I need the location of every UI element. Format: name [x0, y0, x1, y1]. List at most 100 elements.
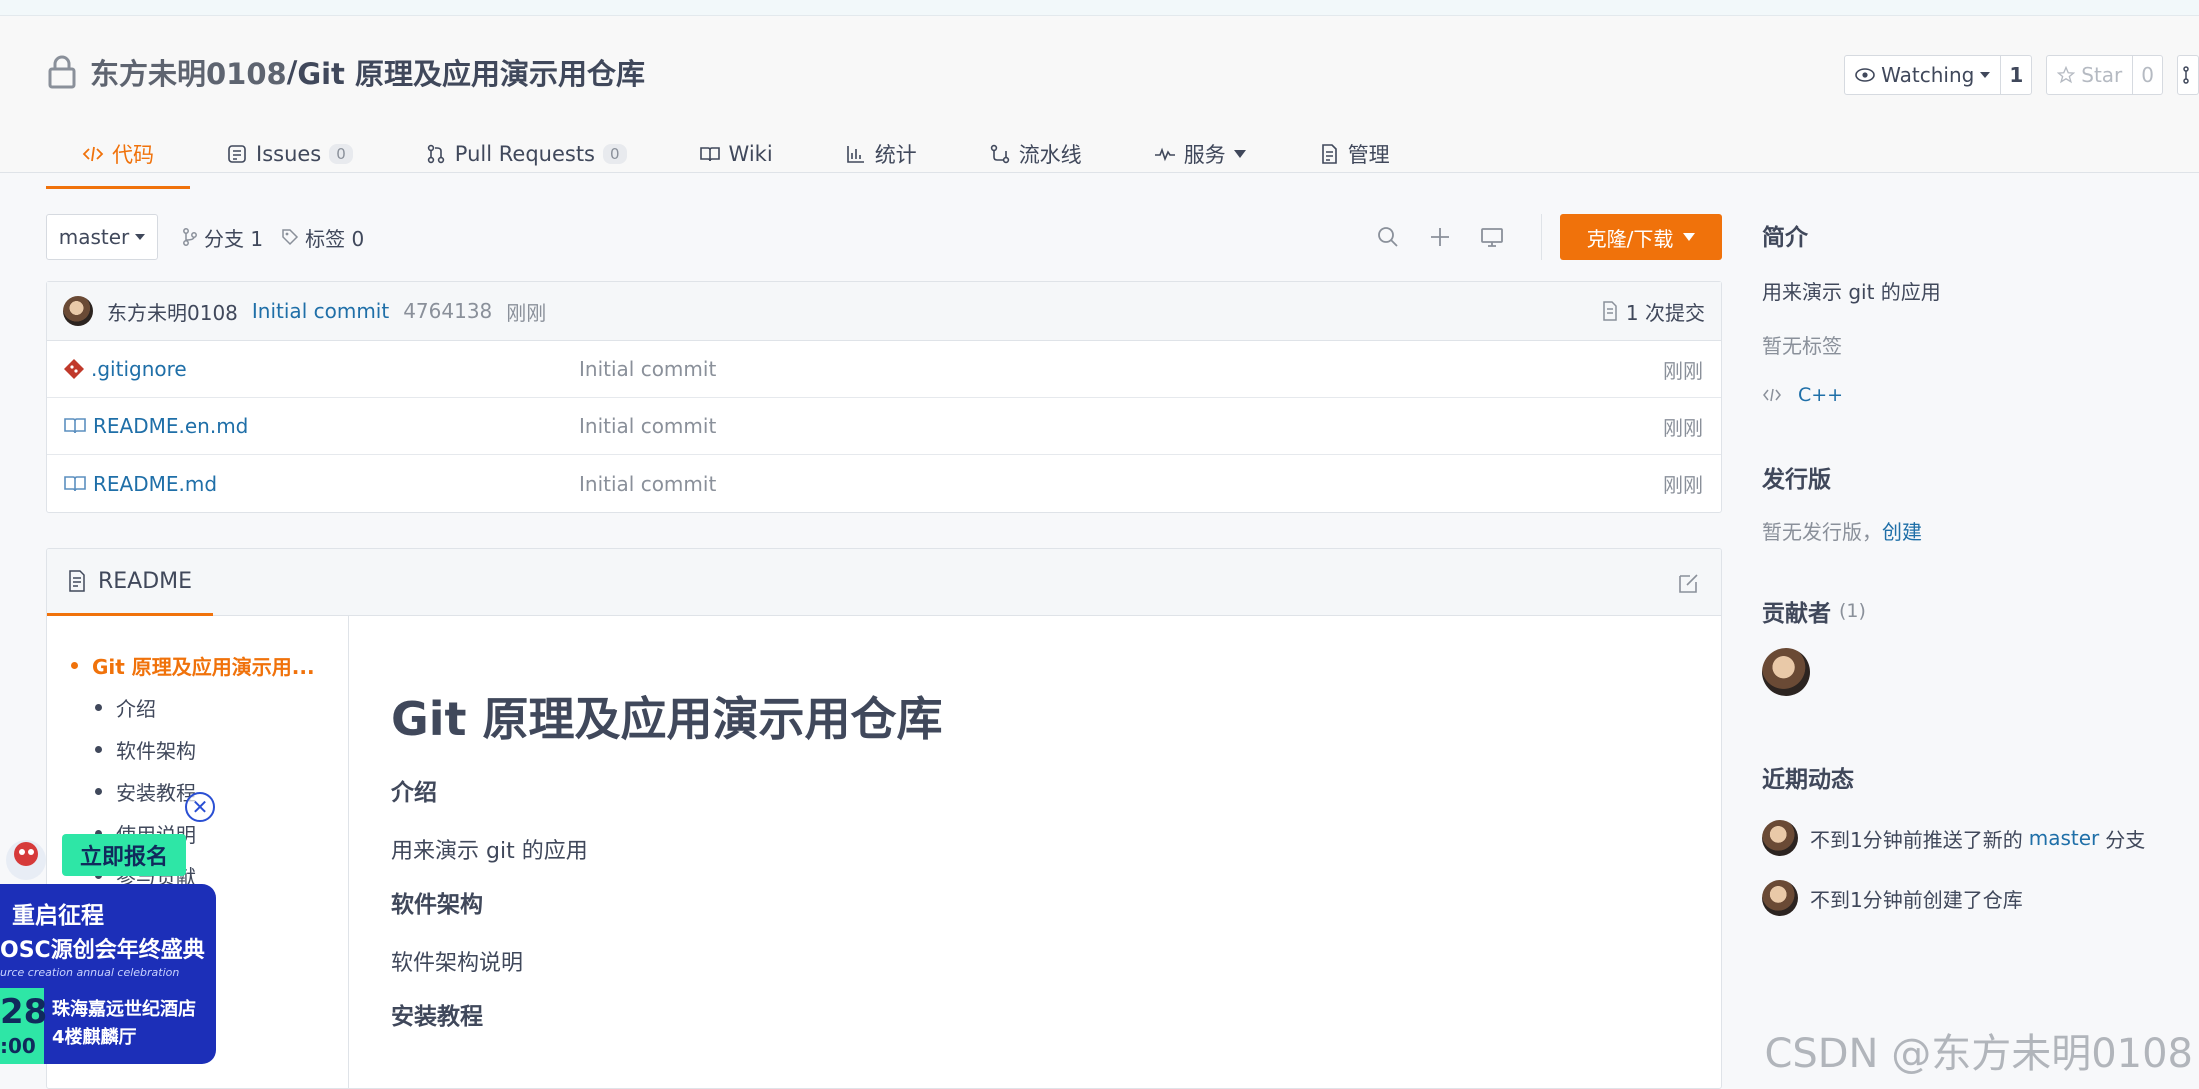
- eye-icon: [1855, 68, 1875, 82]
- plus-icon[interactable]: [1425, 222, 1455, 252]
- language-link[interactable]: C++: [1762, 384, 1843, 406]
- top-band: [0, 0, 2199, 16]
- tab-stats[interactable]: 统计: [809, 122, 953, 189]
- promo-venue-line1: 珠海嘉远世纪酒店: [52, 999, 196, 1020]
- repo-name-link[interactable]: Git 原理及应用演示用仓库: [297, 51, 645, 93]
- promo-body[interactable]: 重启征程 OSC源创会年终盛典 urce creation annual cel…: [0, 884, 216, 1064]
- commit-author[interactable]: 东方未明0108: [107, 297, 238, 326]
- caret-down-icon: [1683, 233, 1696, 241]
- toc-item[interactable]: Git 原理及应用演示用...: [47, 644, 348, 686]
- book-icon: [699, 147, 720, 162]
- file-row[interactable]: README.md Initial commit 刚刚: [47, 455, 1721, 512]
- repo-title: 东方未明0108 / Git 原理及应用演示用仓库: [46, 52, 645, 92]
- promo-date: 28 :00: [0, 988, 48, 1064]
- branch-select[interactable]: master: [46, 214, 158, 260]
- readme-tab-label: README: [97, 568, 193, 594]
- toc-item-label: 介绍: [116, 696, 156, 721]
- tab-manage-label: 管理: [1347, 143, 1390, 167]
- code-icon: [82, 146, 104, 162]
- file-tools: [1373, 214, 1542, 260]
- toc-item-label: Git 原理及应用演示用...: [92, 654, 315, 679]
- branches-link[interactable]: 分支 1: [182, 223, 263, 252]
- readme-heading: 软件架构: [391, 892, 483, 918]
- star-icon: [2057, 66, 2076, 84]
- toc-item[interactable]: 软件架构: [47, 728, 348, 770]
- readme-paragraph: 软件架构说明: [391, 951, 524, 976]
- tab-pull-requests[interactable]: Pull Requests 0: [389, 122, 663, 189]
- repo-owner-link[interactable]: 东方未明0108: [90, 51, 287, 93]
- tab-pull-requests-label: Pull Requests: [454, 142, 595, 166]
- tags-link[interactable]: 标签 0: [281, 223, 364, 252]
- readme-content: Git 原理及应用演示用仓库 介绍 用来演示 git 的应用 软件架构 软件架构…: [391, 659, 1671, 1031]
- activity-suffix: 分支: [2105, 827, 2146, 852]
- monitor-icon[interactable]: [1477, 222, 1507, 252]
- toc-item[interactable]: 介绍: [47, 686, 348, 728]
- bar-chart-icon: [846, 146, 864, 163]
- clone-download-button[interactable]: 克隆/下载: [1560, 214, 1722, 260]
- tab-manage[interactable]: 管理: [1282, 122, 1426, 189]
- tab-services-label: 服务: [1183, 143, 1226, 167]
- signup-button[interactable]: 立即报名: [62, 834, 186, 876]
- tab-issues-label: Issues: [256, 142, 322, 166]
- create-release-link[interactable]: 创建: [1882, 520, 1922, 544]
- edit-icon[interactable]: [1677, 571, 1701, 595]
- commit-message[interactable]: Initial commit: [252, 299, 389, 323]
- caret-down-icon: [1233, 150, 1246, 158]
- file-name-link[interactable]: .gitignore: [63, 357, 563, 381]
- tab-wiki[interactable]: Wiki: [663, 122, 809, 189]
- bullet: [71, 661, 78, 669]
- tab-wiki-label: Wiki: [728, 142, 773, 166]
- file-name-link[interactable]: README.en.md: [63, 414, 563, 438]
- avatar[interactable]: [63, 296, 93, 326]
- pull-request-icon: [427, 144, 444, 164]
- contributors-title: 贡献者: [1762, 601, 1831, 627]
- promo-venue-line2: 4楼麒麟厅: [52, 1027, 137, 1048]
- avatar[interactable]: [1762, 648, 1810, 696]
- contributors-header: 贡献者 (1): [1762, 594, 1866, 628]
- watch-button[interactable]: Watching 1: [1844, 55, 2033, 95]
- activity-text: 不到1分钟前创建了仓库: [1810, 887, 2023, 912]
- commit-count-link[interactable]: 1 次提交: [1602, 297, 1705, 326]
- caret-down-icon: [135, 234, 146, 240]
- repo-actions: Watching 1 Star 0: [1844, 55, 2199, 95]
- git-file-icon: [64, 359, 84, 379]
- document-icon: [69, 570, 85, 592]
- release-info: 暂无发行版，创建: [1762, 516, 1922, 545]
- fork-button[interactable]: [2177, 55, 2199, 95]
- tab-issues[interactable]: Issues 0: [190, 122, 389, 189]
- issues-icon: [228, 145, 246, 163]
- pipeline-icon: [990, 144, 1009, 164]
- file-commit-message[interactable]: Initial commit: [579, 472, 716, 496]
- star-button[interactable]: Star 0: [2046, 55, 2163, 95]
- promo-date-day: 28: [0, 992, 48, 1032]
- watch-label: Watching: [1881, 63, 1975, 87]
- file-name-link[interactable]: README.md: [63, 472, 563, 496]
- branch-icon: [183, 228, 197, 246]
- caret-down-icon: [1980, 72, 1991, 78]
- tab-services[interactable]: 服务: [1118, 122, 1282, 189]
- file-row[interactable]: README.en.md Initial commit 刚刚: [47, 398, 1721, 455]
- watch-count[interactable]: 1: [2000, 56, 2031, 94]
- file-time: 刚刚: [1663, 415, 1703, 440]
- tab-code[interactable]: 代码: [46, 122, 190, 189]
- tab-pipeline-label: 流水线: [1018, 143, 1082, 167]
- star-count[interactable]: 0: [2132, 56, 2162, 94]
- star-label: Star: [2081, 63, 2123, 87]
- clone-label: 克隆/下载: [1586, 226, 1674, 251]
- file-commit-message[interactable]: Initial commit: [579, 357, 716, 381]
- search-icon[interactable]: [1373, 222, 1403, 252]
- file-commit-message[interactable]: Initial commit: [579, 414, 716, 438]
- commit-hash[interactable]: 4764138: [403, 299, 492, 323]
- toc-item-label: 软件架构: [116, 738, 196, 763]
- file-list: 东方未明0108 Initial commit 4764138 刚刚 1 次提交…: [46, 281, 1722, 513]
- activity-branch-link[interactable]: master: [2029, 826, 2100, 850]
- readme-tab[interactable]: README: [47, 549, 213, 616]
- bullet: [95, 787, 102, 795]
- avatar[interactable]: [1762, 820, 1798, 856]
- repo-meta: 分支 1 标签 0: [182, 214, 364, 260]
- file-row[interactable]: .gitignore Initial commit 刚刚: [47, 341, 1721, 398]
- avatar[interactable]: [1762, 880, 1798, 916]
- activity-title: 近期动态: [1762, 767, 1854, 793]
- tab-pipeline[interactable]: 流水线: [953, 122, 1118, 189]
- no-tags-text: 暂无标签: [1762, 334, 1842, 358]
